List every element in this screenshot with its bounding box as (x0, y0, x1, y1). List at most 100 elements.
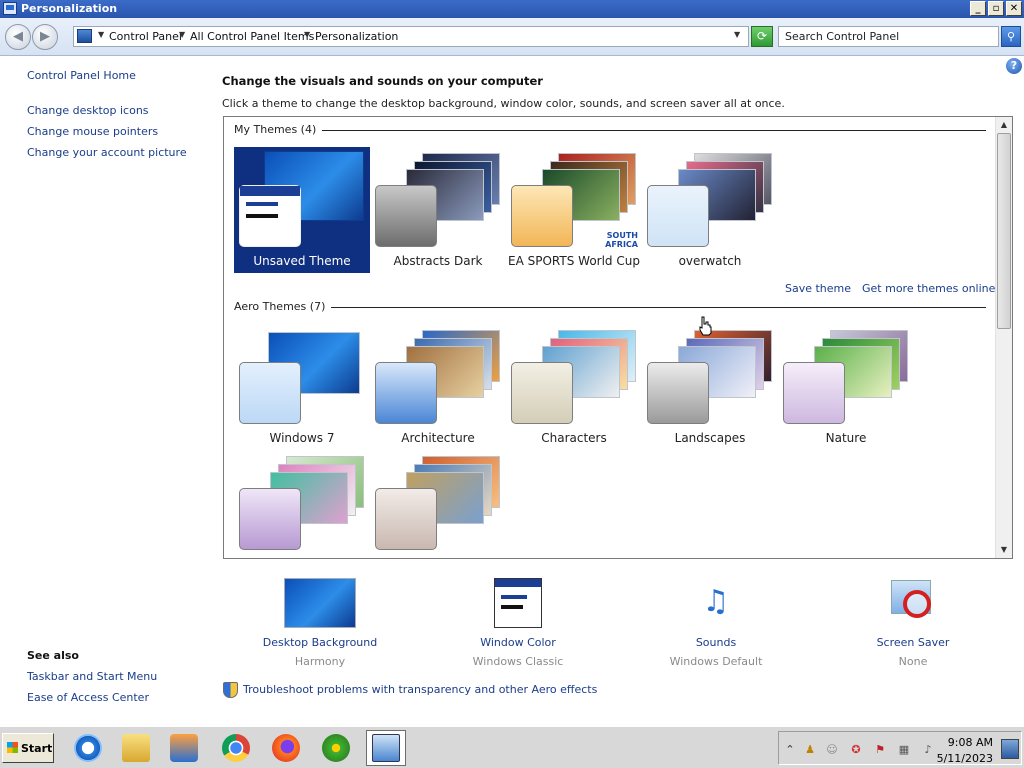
explorer-taskbar-button[interactable] (116, 730, 156, 766)
clock-time[interactable]: 9:08 AM (948, 736, 993, 749)
taskbar: Start ⌃ ♟ ☺ ✪ ⚑ ▦ ♪ 9:08 AM 5/11/2023 (0, 726, 1024, 768)
theme-ea-sports[interactable]: SOUTH AFRICA EA SPORTS World Cup (506, 147, 642, 273)
person-icon[interactable]: ♟ (803, 743, 817, 757)
help-icon[interactable]: ? (1006, 58, 1022, 74)
history-dropdown-icon[interactable]: ▼ (734, 30, 740, 39)
address-bar: ◀ ▶ ▼ Control Panel ▼ All Control Panel … (0, 18, 1024, 56)
theme-unsaved[interactable]: Unsaved Theme (234, 147, 370, 273)
theme-aero-7[interactable] (370, 450, 506, 558)
section-divider (234, 130, 986, 131)
sounds-icon: ♫ (702, 584, 730, 619)
refresh-button[interactable]: ⟳ (751, 26, 773, 47)
control-panel-home-link[interactable]: Control Panel Home (27, 69, 136, 82)
taskbar-start-menu-link[interactable]: Taskbar and Start Menu (27, 670, 157, 683)
my-themes-header: My Themes (4) (234, 123, 323, 136)
window-color-icon (494, 578, 542, 628)
screen-saver-tile[interactable]: Screen Saver None (833, 578, 993, 668)
lifebuoy-icon[interactable]: ✪ (849, 743, 863, 757)
show-hidden-icons-icon[interactable]: ⌃ (783, 743, 797, 757)
media-player-taskbar-button[interactable] (164, 730, 204, 766)
internet-explorer-taskbar-button[interactable] (68, 730, 108, 766)
forward-button[interactable]: ▶ (32, 24, 58, 50)
firefox-icon (272, 734, 300, 762)
minimize-button[interactable]: _ (970, 1, 986, 16)
clock-date[interactable]: 5/11/2023 (937, 752, 993, 765)
tile-label[interactable]: Sounds (636, 636, 796, 649)
theme-overwatch[interactable]: overwatch (642, 147, 778, 273)
close-button[interactable]: ✕ (1006, 1, 1022, 16)
tile-value: Windows Default (669, 655, 763, 668)
speaker-icon[interactable]: ♪ (921, 743, 935, 757)
back-button[interactable]: ◀ (5, 24, 31, 50)
breadcrumb-all-items[interactable]: All Control Panel Items (190, 30, 314, 43)
theme-aero-6[interactable] (234, 450, 370, 558)
section-divider (234, 307, 986, 308)
theme-landscapes[interactable]: Landscapes (642, 324, 778, 450)
show-desktop-button[interactable] (1001, 739, 1019, 759)
tile-label[interactable]: Screen Saver (833, 636, 993, 649)
maximize-button[interactable]: ▫ (988, 1, 1004, 16)
see-also-heading: See also (27, 649, 79, 662)
folder-icon (122, 734, 150, 762)
theme-list-scrollbar[interactable]: ▲ ▼ (995, 117, 1012, 558)
theme-abstracts-dark[interactable]: Abstracts Dark (370, 147, 506, 273)
breadcrumb-personalization[interactable]: Personalization (315, 30, 398, 43)
chrome-icon (222, 734, 250, 762)
desktop-background-tile[interactable]: Desktop Background Harmony (240, 578, 400, 668)
scroll-down-icon[interactable]: ▼ (996, 542, 1012, 558)
chrome-taskbar-button[interactable] (216, 730, 256, 766)
window-title: Personalization (21, 2, 118, 15)
system-tray: ⌃ ♟ ☺ ✪ ⚑ ▦ ♪ 9:08 AM 5/11/2023 (778, 731, 1022, 765)
tile-value: Windows Classic (472, 655, 564, 668)
change-mouse-pointers-link[interactable]: Change mouse pointers (27, 125, 158, 138)
shield-icon (223, 682, 238, 698)
desktop-background-icon (284, 578, 356, 628)
tile-value: Harmony (294, 655, 346, 668)
control-panel-taskbar-button[interactable] (366, 730, 406, 766)
title-bar: Personalization _ ▫ ✕ (0, 0, 1024, 18)
theme-nature[interactable]: Nature (778, 324, 914, 450)
scroll-thumb[interactable] (997, 133, 1011, 329)
breadcrumb-control-panel[interactable]: Control Panel (109, 30, 182, 43)
page-title: Change the visuals and sounds on your co… (222, 74, 543, 88)
media-player-icon (170, 734, 198, 762)
theme-label: Architecture (401, 431, 475, 445)
icq-taskbar-button[interactable] (316, 730, 356, 766)
breadcrumb-chevron-icon[interactable]: ▼ (98, 30, 104, 39)
save-theme-link[interactable]: Save theme (785, 282, 851, 295)
sounds-tile[interactable]: ♫ Sounds Windows Default (636, 578, 796, 668)
control-panel-icon (3, 2, 17, 15)
search-icon[interactable]: ⚲ (1001, 26, 1021, 47)
icq-flower-icon (322, 734, 350, 762)
search-input[interactable]: Search Control Panel (778, 26, 999, 47)
start-button[interactable]: Start (2, 733, 54, 763)
action-center-flag-icon[interactable]: ⚑ (873, 743, 887, 757)
page-subtitle: Click a theme to change the desktop back… (222, 97, 785, 110)
start-label: Start (21, 742, 53, 755)
theme-architecture[interactable]: Architecture (370, 324, 506, 450)
scroll-up-icon[interactable]: ▲ (996, 117, 1012, 133)
troubleshoot-aero-link[interactable]: Troubleshoot problems with transparency … (243, 683, 597, 696)
hand-cursor-icon (699, 316, 712, 336)
change-desktop-icons-link[interactable]: Change desktop icons (27, 104, 149, 117)
theme-label: Unsaved Theme (253, 254, 351, 268)
tile-value: None (898, 655, 928, 668)
tile-label[interactable]: Desktop Background (240, 636, 400, 649)
window-color-tile[interactable]: Window Color Windows Classic (438, 578, 598, 668)
internet-explorer-icon (74, 734, 102, 762)
control-panel-icon (372, 734, 400, 762)
change-account-picture-link[interactable]: Change your account picture (27, 146, 187, 159)
theme-characters[interactable]: Characters (506, 324, 642, 450)
tile-label[interactable]: Window Color (438, 636, 598, 649)
windows-flag-icon (7, 742, 18, 753)
breadcrumb-chevron-icon[interactable]: ▼ (179, 30, 185, 39)
get-more-themes-link[interactable]: Get more themes online (862, 282, 995, 295)
firefox-taskbar-button[interactable] (266, 730, 306, 766)
control-panel-icon (77, 29, 92, 43)
theme-windows-7[interactable]: Windows 7 (234, 324, 370, 450)
smiley-icon[interactable]: ☺ (825, 743, 839, 757)
breadcrumb[interactable]: ▼ Control Panel ▼ All Control Panel Item… (73, 26, 749, 47)
breadcrumb-chevron-icon[interactable]: ▼ (304, 30, 310, 39)
network-icon[interactable]: ▦ (897, 743, 911, 757)
ease-of-access-link[interactable]: Ease of Access Center (27, 691, 149, 704)
